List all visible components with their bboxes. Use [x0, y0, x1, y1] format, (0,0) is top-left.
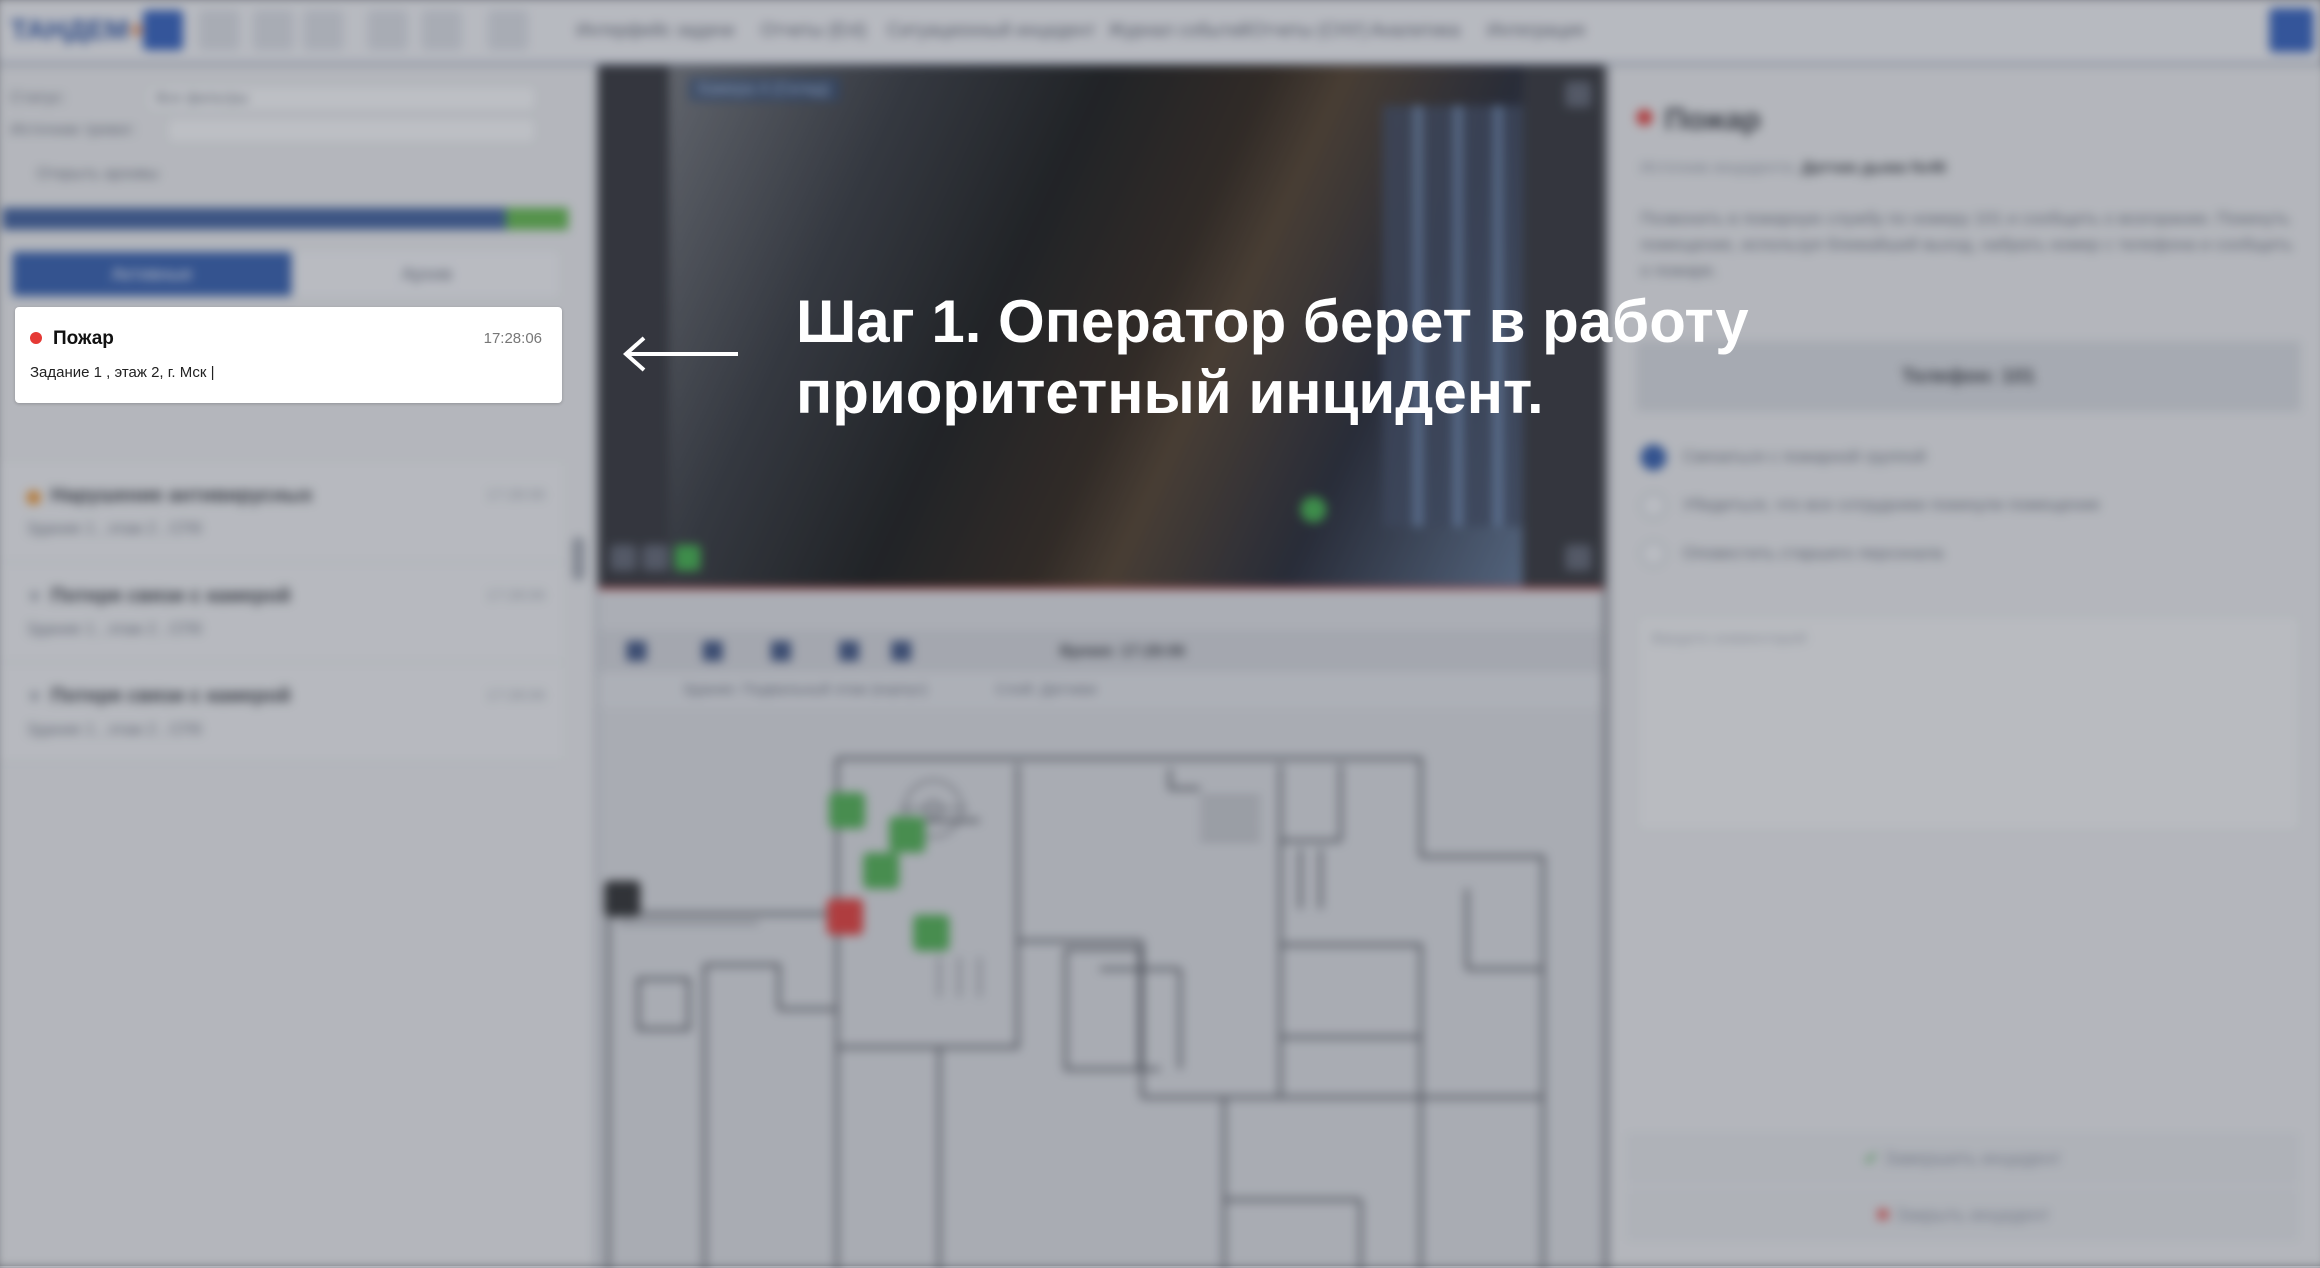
alarm-dot-icon	[30, 332, 42, 344]
priority-incident-card[interactable]: Пожар 17:28:06 Задание 1 , этаж 2, г. Мс…	[15, 307, 562, 403]
arrow-left-icon	[622, 336, 738, 372]
priority-incident-location: Задание 1 , этаж 2, г. Мск |	[30, 364, 215, 381]
tutorial-step-text: Шаг 1. Оператор берет в работу приоритет…	[796, 286, 1749, 428]
tutorial-step-line-2: приоритетный инцидент.	[796, 359, 1544, 426]
priority-incident-time: 17:28:06	[483, 330, 542, 347]
tutorial-dim-overlay	[0, 0, 2320, 1266]
priority-incident-title: Пожар	[53, 328, 114, 349]
tutorial-step-line-1: Шаг 1. Оператор берет в работу	[796, 288, 1749, 355]
